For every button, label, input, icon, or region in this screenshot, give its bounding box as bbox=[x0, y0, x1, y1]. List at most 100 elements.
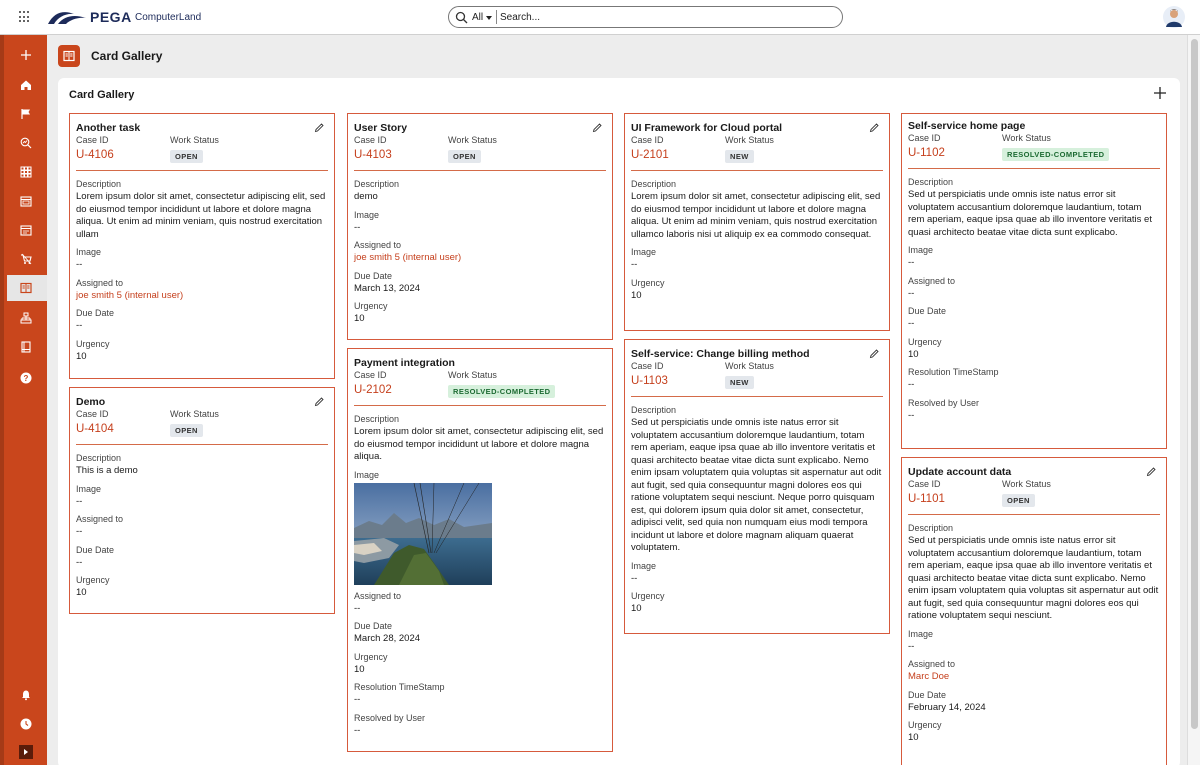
nav-recent[interactable] bbox=[4, 711, 47, 737]
urgency-value: 10 bbox=[76, 587, 87, 598]
case-card[interactable]: Demo Case ID U-4104 Work Status OPEN Des… bbox=[69, 387, 335, 614]
urgency-value: 10 bbox=[354, 313, 365, 324]
edit-icon[interactable] bbox=[592, 122, 603, 133]
page-scrollbar[interactable] bbox=[1187, 35, 1200, 765]
case-card[interactable]: Self-service home page Case ID U-1102 Wo… bbox=[901, 113, 1167, 449]
search-scope-dropdown[interactable]: All bbox=[472, 12, 483, 23]
calendar-alt-icon bbox=[19, 225, 32, 236]
nav-grid[interactable] bbox=[4, 159, 47, 185]
case-id-value[interactable]: U-1101 bbox=[908, 492, 1002, 506]
nav-help[interactable]: ? bbox=[4, 365, 47, 391]
search-input[interactable] bbox=[500, 9, 830, 25]
assigned-to-value: -- bbox=[354, 602, 361, 614]
clock-icon bbox=[20, 718, 31, 730]
due-date-value: -- bbox=[76, 556, 83, 568]
description-value: This is a demo bbox=[76, 465, 138, 476]
description-value: Lorem ipsum dolor sit amet, consectetur … bbox=[354, 426, 604, 462]
edit-icon[interactable] bbox=[314, 396, 325, 407]
nav-hierarchy[interactable] bbox=[4, 305, 47, 331]
case-id-label: Case ID bbox=[908, 479, 941, 489]
hierarchy-icon bbox=[20, 312, 31, 324]
case-id-value[interactable]: U-4106 bbox=[76, 148, 170, 162]
due-date-value: -- bbox=[76, 320, 83, 331]
card-title: Self-service home page bbox=[908, 120, 1026, 132]
description-label: Description bbox=[354, 414, 400, 424]
chevron-down-icon[interactable] bbox=[486, 16, 492, 20]
nav-flag[interactable] bbox=[4, 101, 47, 127]
image-value: -- bbox=[631, 259, 638, 270]
nav-schedule[interactable] bbox=[4, 217, 47, 243]
card-divider bbox=[354, 170, 606, 171]
case-id-label: Case ID bbox=[354, 135, 387, 145]
case-photo[interactable] bbox=[354, 482, 492, 585]
search-chart-icon bbox=[20, 137, 31, 149]
card-divider bbox=[908, 514, 1160, 515]
work-status-label: Work Status bbox=[1002, 479, 1051, 489]
case-card[interactable]: Payment integration Case ID U-2102 Work … bbox=[347, 348, 613, 752]
case-id-value[interactable]: U-1102 bbox=[908, 146, 1002, 160]
nav-home[interactable] bbox=[4, 72, 47, 98]
expand-icon bbox=[18, 745, 33, 759]
user-avatar-icon[interactable] bbox=[1163, 6, 1185, 28]
case-id-label: Case ID bbox=[354, 370, 387, 380]
nav-notifications[interactable] bbox=[4, 682, 47, 708]
resolved-by-value: -- bbox=[354, 724, 361, 736]
card-divider bbox=[354, 405, 606, 406]
add-card-button[interactable] bbox=[1153, 86, 1167, 100]
nav-cart[interactable] bbox=[4, 246, 47, 272]
assigned-to-link[interactable]: joe smith 5 (internal user) bbox=[354, 252, 606, 265]
work-status-label: Work Status bbox=[170, 409, 219, 419]
case-id-value[interactable]: U-1103 bbox=[631, 374, 725, 388]
urgency-label: Urgency bbox=[631, 591, 665, 601]
nav-calendar[interactable] bbox=[4, 188, 47, 214]
nav-card-gallery[interactable] bbox=[4, 275, 47, 301]
case-id-value[interactable]: U-4104 bbox=[76, 422, 170, 436]
create-button[interactable] bbox=[4, 42, 47, 68]
due-date-value: -- bbox=[908, 318, 915, 329]
nav-expand[interactable] bbox=[4, 739, 47, 765]
assigned-to-link[interactable]: joe smith 5 (internal user) bbox=[76, 290, 328, 303]
work-status-label: Work Status bbox=[448, 135, 497, 145]
edit-icon[interactable] bbox=[869, 122, 880, 133]
work-status-label: Work Status bbox=[725, 135, 774, 145]
resolution-timestamp-value: -- bbox=[354, 694, 361, 705]
case-card[interactable]: Update account data Case ID U-1101 Work … bbox=[901, 457, 1167, 765]
case-card[interactable]: User Story Case ID U-4103 Work Status OP… bbox=[347, 113, 613, 340]
description-value: Sed ut perspiciatis unde omnis iste natu… bbox=[908, 189, 1152, 238]
case-id-label: Case ID bbox=[908, 133, 941, 143]
assigned-to-label: Assigned to bbox=[908, 659, 956, 669]
edit-icon[interactable] bbox=[1146, 466, 1157, 477]
case-card[interactable]: Another task Case ID U-4106 Work Status … bbox=[69, 113, 335, 379]
assigned-to-value: -- bbox=[76, 526, 83, 537]
nav-book[interactable] bbox=[4, 334, 47, 360]
edit-icon[interactable] bbox=[869, 348, 880, 359]
urgency-value: 10 bbox=[354, 663, 365, 675]
case-card[interactable]: Self-service: Change billing method Case… bbox=[624, 339, 890, 634]
case-id-value[interactable]: U-4103 bbox=[354, 148, 448, 162]
card-title: Self-service: Change billing method bbox=[631, 348, 810, 360]
case-card[interactable]: UI Framework for Cloud portal Case ID U-… bbox=[624, 113, 890, 331]
scrollbar-thumb[interactable] bbox=[1191, 39, 1198, 729]
case-id-label: Case ID bbox=[76, 135, 109, 145]
work-status-label: Work Status bbox=[1002, 133, 1051, 143]
nav-search-analytics[interactable] bbox=[4, 130, 47, 156]
due-date-value: March 28, 2024 bbox=[354, 633, 421, 644]
app-launcher-icon[interactable] bbox=[19, 11, 31, 23]
urgency-label: Urgency bbox=[76, 338, 110, 349]
card-divider bbox=[908, 168, 1160, 169]
status-badge: OPEN bbox=[170, 424, 203, 437]
description-value: Sed ut perspiciatis unde omnis iste natu… bbox=[631, 417, 882, 553]
image-label: Image bbox=[631, 560, 657, 571]
case-id-value[interactable]: U-2102 bbox=[354, 383, 448, 397]
case-id-value[interactable]: U-2101 bbox=[631, 148, 725, 162]
left-navigation-rail: ? bbox=[4, 35, 47, 765]
image-label: Image bbox=[76, 247, 102, 257]
image-label: Image bbox=[354, 469, 380, 480]
urgency-label: Urgency bbox=[908, 720, 942, 730]
pega-logo-icon bbox=[46, 8, 90, 26]
resolution-timestamp-value: -- bbox=[908, 379, 915, 390]
due-date-label: Due Date bbox=[76, 308, 115, 318]
card-title: UI Framework for Cloud portal bbox=[631, 122, 783, 134]
edit-icon[interactable] bbox=[314, 122, 325, 133]
assigned-to-link[interactable]: Marc Doe bbox=[908, 671, 1160, 684]
